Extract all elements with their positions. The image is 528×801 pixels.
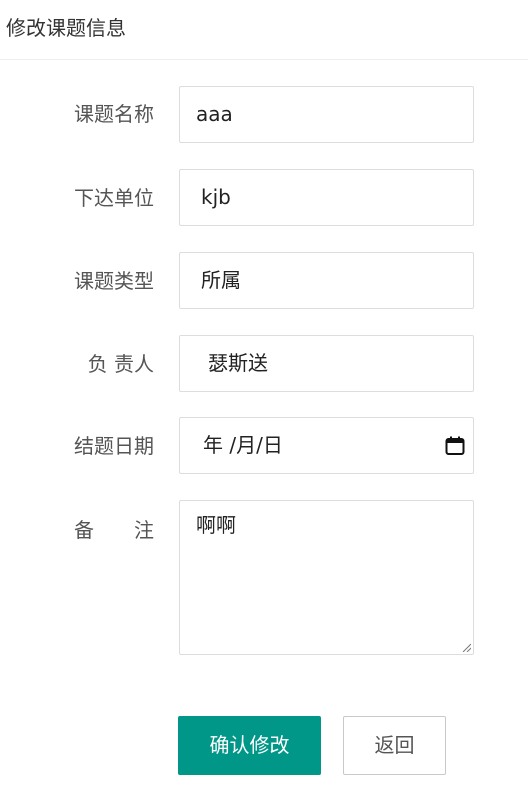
name-input[interactable]: aaa [179,86,474,143]
leader-input[interactable]: 瑟斯送 [179,335,474,392]
remark-value: 啊啊 [196,513,236,537]
name-value: aaa [196,102,233,126]
end-date-label: 结题日期 [74,434,154,458]
issuer-label: 下达单位 [74,186,154,210]
type-label: 课题类型 [74,269,154,293]
type-value: 所属 [201,268,241,292]
issuer-input[interactable]: kjb [179,169,474,226]
name-label: 课题名称 [74,102,154,126]
resize-grip-icon[interactable] [461,642,471,652]
page-title: 修改课题信息 [6,16,126,40]
leader-label: 负 责人 [87,352,154,376]
calendar-icon[interactable] [445,436,465,456]
issuer-value: kjb [201,185,231,209]
confirm-button[interactable]: 确认修改 [178,716,321,775]
remark-label: 备 注 [74,518,154,542]
end-date-value: 年 /月/日 [203,433,283,457]
remark-textarea[interactable]: 啊啊 [179,500,474,655]
leader-value: 瑟斯送 [208,351,268,375]
header-bar: 修改课题信息 [0,0,528,60]
type-select[interactable]: 所属 [179,252,474,309]
back-button[interactable]: 返回 [343,716,446,775]
end-date-input[interactable]: 年 /月/日 [179,417,474,474]
